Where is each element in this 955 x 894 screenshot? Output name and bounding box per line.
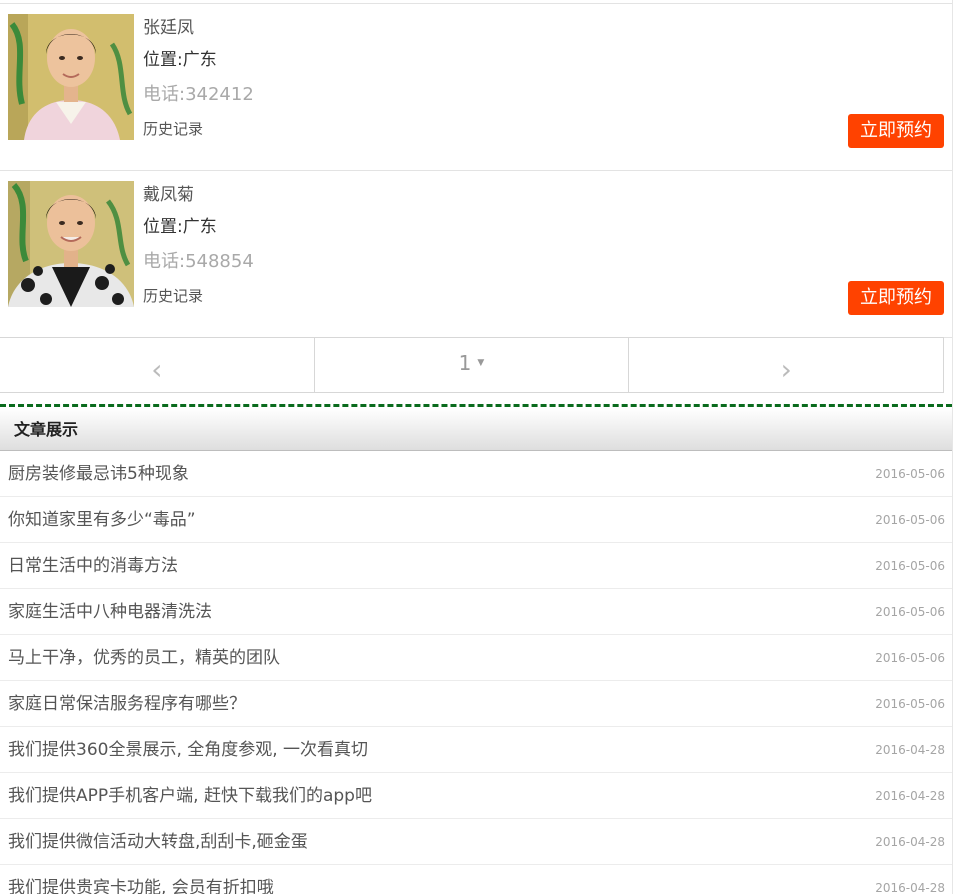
article-item[interactable]: 你知道家里有多少“毒品” 2016-05-06: [0, 497, 952, 543]
article-item[interactable]: 家庭生活中八种电器清洗法 2016-05-06: [0, 589, 952, 635]
chevron-right-icon: ›: [780, 352, 792, 386]
staff-photo: [8, 14, 134, 140]
article-title: 我们提供贵宾卡功能, 会员有折扣哦: [8, 878, 274, 894]
article-date: 2016-05-06: [875, 651, 945, 665]
next-page-button[interactable]: ›: [629, 338, 943, 392]
current-page-number: 1: [458, 351, 472, 375]
article-title: 厨房装修最忌讳5种现象: [8, 464, 189, 484]
page: 张廷凤 位置:广东 电话:342412 历史记录 立即预约 戴凤菊 位置:广东 …: [0, 0, 955, 894]
article-item[interactable]: 我们提供APP手机客户端, 赶快下载我们的app吧 2016-04-28: [0, 773, 952, 819]
pagination: ‹ 1 ▼ ›: [0, 337, 944, 393]
article-title: 你知道家里有多少“毒品”: [8, 510, 196, 530]
staff-name: 戴凤菊: [143, 185, 194, 205]
article-title: 家庭生活中八种电器清洗法: [8, 602, 212, 622]
staff-phone: 电话:342412: [143, 84, 254, 105]
article-date: 2016-04-28: [875, 789, 945, 803]
book-now-button[interactable]: 立即预约: [848, 114, 944, 148]
staff-info: 张廷凤 位置:广东 电话:342412 历史记录: [143, 16, 254, 140]
history-link[interactable]: 历史记录: [143, 285, 254, 307]
article-item[interactable]: 我们提供微信活动大转盘,刮刮卡,砸金蛋 2016-04-28: [0, 819, 952, 865]
staff-list: 张廷凤 位置:广东 电话:342412 历史记录 立即预约 戴凤菊 位置:广东 …: [0, 4, 952, 338]
articles-section-header: 文章展示: [0, 408, 952, 451]
article-date: 2016-05-06: [875, 467, 945, 481]
history-link[interactable]: 历史记录: [143, 118, 254, 140]
article-title: 日常生活中的消毒方法: [8, 556, 178, 576]
article-title: 我们提供APP手机客户端, 赶快下载我们的app吧: [8, 786, 372, 806]
article-item[interactable]: 我们提供贵宾卡功能, 会员有折扣哦 2016-04-28: [0, 865, 952, 894]
article-title: 家庭日常保洁服务程序有哪些？: [8, 694, 246, 714]
staff-card: 张廷凤 位置:广东 电话:342412 历史记录 立即预约: [0, 4, 952, 171]
book-now-button[interactable]: 立即预约: [848, 281, 944, 315]
article-item[interactable]: 我们提供360全景展示, 全角度参观, 一次看真切 2016-04-28: [0, 727, 952, 773]
staff-location: 位置:广东: [143, 217, 217, 237]
article-title: 马上干净，优秀的员工，精英的团队: [8, 648, 280, 668]
article-date: 2016-05-06: [875, 559, 945, 573]
article-item[interactable]: 家庭日常保洁服务程序有哪些？ 2016-05-06: [0, 681, 952, 727]
staff-name: 张廷凤: [143, 18, 194, 38]
section-title: 文章展示: [14, 420, 79, 439]
staff-info: 戴凤菊 位置:广东 电话:548854 历史记录: [143, 183, 254, 307]
staff-photo-portrait: [8, 14, 134, 140]
article-title: 我们提供微信活动大转盘,刮刮卡,砸金蛋: [8, 832, 308, 852]
prev-page-button[interactable]: ‹: [0, 338, 315, 392]
section-dashed-divider: [0, 404, 952, 407]
article-list: 厨房装修最忌讳5种现象 2016-05-06 你知道家里有多少“毒品” 2016…: [0, 451, 952, 894]
article-item[interactable]: 厨房装修最忌讳5种现象 2016-05-06: [0, 451, 952, 497]
staff-phone: 电话:548854: [143, 251, 254, 272]
article-date: 2016-05-06: [875, 697, 945, 711]
staff-photo: [8, 181, 134, 307]
article-item[interactable]: 日常生活中的消毒方法 2016-05-06: [0, 543, 952, 589]
right-edge-divider: [952, 0, 953, 894]
page-select[interactable]: 1 ▼: [315, 338, 630, 392]
chevron-left-icon: ‹: [151, 352, 163, 386]
caret-down-icon: ▼: [477, 358, 485, 368]
article-date: 2016-04-28: [875, 743, 945, 757]
article-date: 2016-05-06: [875, 513, 945, 527]
article-date: 2016-04-28: [875, 835, 945, 849]
article-date: 2016-05-06: [875, 605, 945, 619]
staff-card: 戴凤菊 位置:广东 电话:548854 历史记录 立即预约: [0, 171, 952, 338]
article-date: 2016-04-28: [875, 881, 945, 894]
article-item[interactable]: 马上干净，优秀的员工，精英的团队 2016-05-06: [0, 635, 952, 681]
article-title: 我们提供360全景展示, 全角度参观, 一次看真切: [8, 740, 369, 760]
staff-location: 位置:广东: [143, 50, 217, 70]
staff-photo-portrait: [8, 181, 134, 307]
